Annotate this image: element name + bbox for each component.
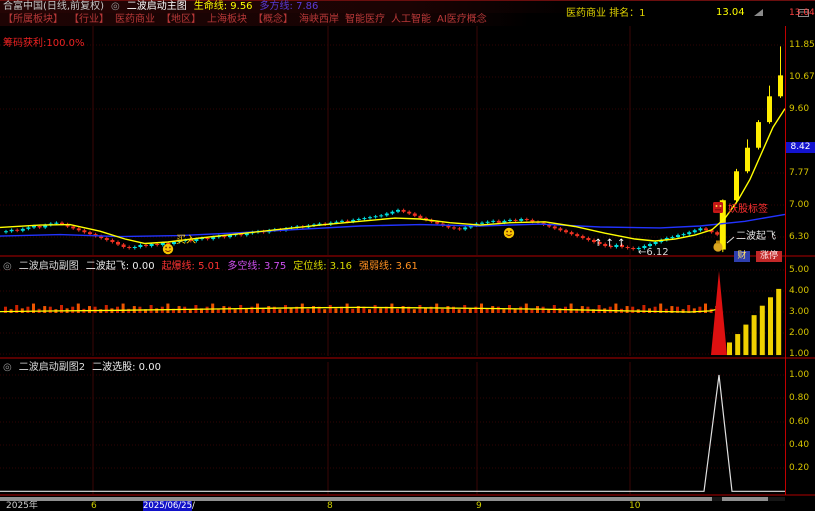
panel2-line-value: 多空线: 3.75 bbox=[227, 261, 286, 272]
panel2-indicator-name: 二波启动副图 bbox=[19, 261, 79, 272]
month-label: 6 bbox=[91, 501, 97, 511]
last-price-box: 8.42 bbox=[786, 142, 815, 153]
erbo-qifei-label: 二波起飞 bbox=[736, 231, 776, 242]
bull-line-label: 多方线: 7.86 bbox=[260, 1, 319, 13]
main-indicator-name: 二波启动主图 bbox=[127, 1, 187, 13]
plate-link[interactable]: 智能医疗 bbox=[345, 14, 385, 26]
cai-badge: 财 bbox=[734, 251, 750, 262]
plate-link[interactable]: 海峡西岸 bbox=[299, 14, 339, 26]
panel3-signal: 二波选股: 0.00 bbox=[92, 362, 161, 373]
plate-link[interactable]: 【概念】 bbox=[253, 14, 293, 26]
month-label: 9 bbox=[476, 501, 482, 511]
plate-link[interactable]: AI医疗概念 bbox=[437, 14, 487, 26]
app-window: 合富中国(日线,前复权) ◎ 二波启动主图 生命线: 9.56 多方线: 7.8… bbox=[0, 0, 815, 511]
zhangting-badge: 涨停 bbox=[756, 251, 782, 262]
plate-link[interactable]: 上海板块 bbox=[207, 14, 247, 26]
y-axis-label: 7.00 bbox=[789, 200, 809, 211]
y-axis-label: 0.40 bbox=[789, 440, 809, 451]
smiley-signal-icon bbox=[163, 244, 173, 254]
y-axis-label: 2.00 bbox=[789, 328, 809, 339]
y-axis-label: 4.00 bbox=[789, 286, 809, 297]
up-arrows-label: ↑ ↑ ↑ bbox=[594, 238, 626, 249]
target-price-label: 13.04 bbox=[716, 7, 745, 18]
scrollbar-thumb[interactable] bbox=[0, 497, 712, 501]
y-axis-label: 0.60 bbox=[789, 417, 809, 428]
chart-canvas[interactable] bbox=[0, 0, 815, 511]
y-axis-label: 1.00 bbox=[789, 370, 809, 381]
draw-tool-icon[interactable] bbox=[754, 2, 764, 21]
life-line-label: 生命线: 9.56 bbox=[194, 1, 253, 13]
yaogu-stamp-icon bbox=[713, 202, 723, 213]
buy-signal-label: 买入 bbox=[176, 235, 196, 246]
selected-date-box: 2025/06/25/三 bbox=[143, 501, 192, 511]
bull-line-value: 7.86 bbox=[296, 1, 318, 12]
plate-links-row: 【所属板块】 【行业】 医药商业 【地区】 上海板块 【概念】 海峡西岸 智能医… bbox=[0, 13, 815, 26]
panel2-line-value: 起爆线: 5.01 bbox=[162, 261, 221, 272]
plate-link[interactable]: 【地区】 bbox=[161, 14, 201, 26]
y-axis-label: 7.77 bbox=[789, 168, 809, 179]
panel2-line-value: 强弱线: 3.61 bbox=[359, 261, 418, 272]
plate-link[interactable]: 医药商业 bbox=[115, 14, 155, 26]
month-label: 8 bbox=[327, 501, 333, 511]
year-label: 2025年 bbox=[6, 501, 38, 511]
panel2-badge-icon[interactable]: ◎ bbox=[3, 261, 12, 272]
y-axis-label: 1.00 bbox=[789, 349, 809, 360]
panel3-indicator-name: 二波启动副图2 bbox=[19, 362, 85, 373]
month-label: 10 bbox=[629, 501, 640, 511]
y-axis-label: 0.20 bbox=[789, 463, 809, 474]
y-axis-label: 11.85 bbox=[789, 40, 815, 51]
scrollbar-thumb[interactable] bbox=[722, 497, 768, 501]
panel2-line-value: 定位线: 3.16 bbox=[293, 261, 352, 272]
plate-link[interactable]: 【所属板块】 bbox=[3, 14, 63, 26]
plate-link[interactable]: 人工智能 bbox=[391, 14, 431, 26]
y-axis-label: 13.04 bbox=[789, 8, 815, 19]
smiley-signal-icon bbox=[504, 228, 514, 238]
panel3-badge-icon[interactable]: ◎ bbox=[3, 362, 12, 373]
low-price-label: ←6.12 bbox=[638, 247, 669, 258]
panel2-header: ◎ 二波启动副图 二波起飞: 0.00 起爆线: 5.01 多空线: 3.75 定位… bbox=[3, 261, 418, 272]
y-axis-label: 9.60 bbox=[789, 104, 809, 115]
life-line-value: 9.56 bbox=[230, 1, 252, 12]
y-axis-label: 10.67 bbox=[789, 72, 815, 83]
sector-rank-label: 医药商业 排名：1 bbox=[566, 8, 646, 19]
y-axis-label: 5.00 bbox=[789, 265, 809, 276]
chip-profit-label: 筹码获利:100.0% bbox=[3, 38, 85, 49]
y-axis-label: 3.00 bbox=[789, 307, 809, 318]
stock-title: 合富中国(日线,前复权) bbox=[3, 1, 104, 13]
indicator-badge-icon[interactable]: ◎ bbox=[111, 1, 120, 13]
yaogu-label: 妖股标签 bbox=[728, 204, 768, 215]
panel3-header: ◎ 二波启动副图2 二波选股: 0.00 bbox=[3, 362, 161, 373]
y-axis-label: 6.30 bbox=[789, 232, 809, 243]
panel2-signal: 二波起飞: 0.00 bbox=[86, 261, 155, 272]
y-axis-label: 0.80 bbox=[789, 393, 809, 404]
titlebar: 合富中国(日线,前复权) ◎ 二波启动主图 生命线: 9.56 多方线: 7.8… bbox=[0, 0, 815, 13]
plate-link[interactable]: 【行业】 bbox=[69, 14, 109, 26]
